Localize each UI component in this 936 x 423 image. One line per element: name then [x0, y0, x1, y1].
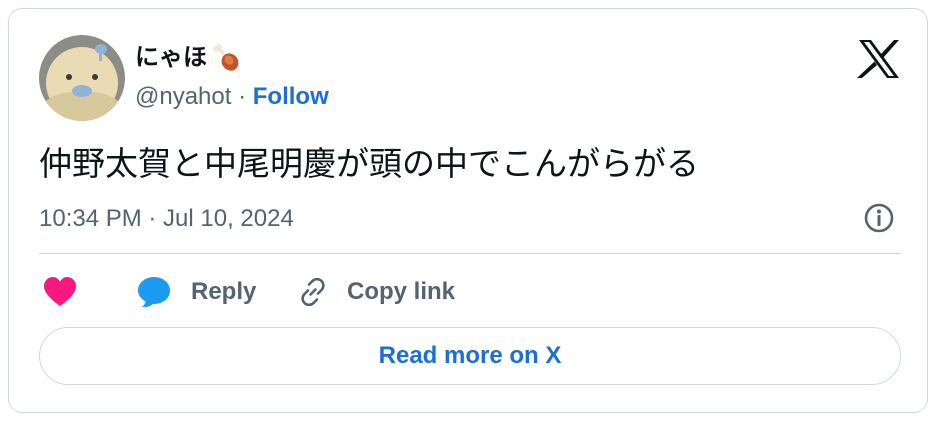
reply-label: Reply — [191, 278, 257, 305]
info-icon[interactable] — [862, 201, 896, 235]
post-timestamp[interactable]: 10:34 PM · Jul 10, 2024 — [39, 204, 294, 234]
avatar[interactable] — [39, 35, 125, 121]
copy-link-label: Copy link — [347, 278, 456, 305]
copy-link-button[interactable]: Copy link — [297, 272, 455, 312]
author-handle-row: @nyahot · Follow — [135, 82, 329, 112]
divider — [39, 253, 901, 254]
meat-on-bone-icon — [213, 44, 239, 71]
reply-button[interactable]: Reply — [137, 272, 256, 312]
author-handle[interactable]: @nyahot — [135, 83, 231, 110]
like-button[interactable] — [43, 272, 77, 312]
heart-icon — [44, 277, 76, 306]
speech-bubble-icon — [138, 277, 170, 308]
author-name-text: にゃほ — [135, 44, 207, 71]
link-icon — [301, 277, 325, 307]
avatar-image — [39, 35, 125, 121]
separator-dot: · — [238, 83, 247, 110]
post-text: 仲野太賀と中尾明慶が頭の中でこんがらがる — [39, 144, 699, 183]
embedded-post-card: にゃほ @nyahot · Follow 仲野太賀と中尾明慶が頭の中でこんがらが… — [8, 8, 928, 413]
author-display-name[interactable]: にゃほ — [135, 43, 241, 73]
x-logo-icon[interactable] — [857, 39, 901, 79]
read-more-button[interactable]: Read more on X — [39, 327, 901, 385]
follow-link[interactable]: Follow — [253, 83, 329, 110]
read-more-label: Read more on X — [378, 342, 562, 369]
